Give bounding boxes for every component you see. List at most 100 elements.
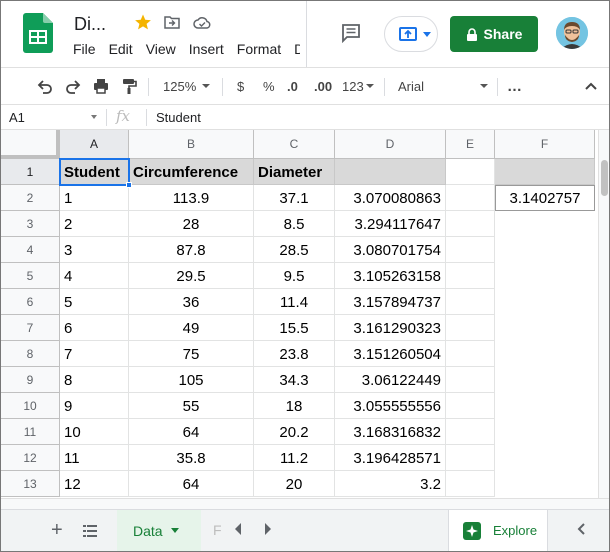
zoom-select[interactable]: 125% bbox=[163, 77, 211, 95]
cell-e8[interactable] bbox=[446, 341, 495, 367]
cell-e1[interactable] bbox=[446, 159, 495, 185]
cell-b10[interactable]: 55 bbox=[129, 393, 254, 419]
cell-c7[interactable]: 15.5 bbox=[254, 315, 335, 341]
cell-e4[interactable] bbox=[446, 237, 495, 263]
row-header-9[interactable]: 9 bbox=[1, 367, 60, 393]
cell-a12[interactable]: 11 bbox=[60, 445, 129, 471]
cell-a11[interactable]: 10 bbox=[60, 419, 129, 445]
cell-e3[interactable] bbox=[446, 211, 495, 237]
menu-edit[interactable]: Edit bbox=[109, 41, 133, 57]
row-header-1[interactable]: 1 bbox=[1, 159, 60, 185]
cell-f5[interactable] bbox=[495, 263, 595, 289]
column-header-f[interactable]: F bbox=[495, 130, 595, 159]
increase-decimal-button[interactable]: .00 bbox=[314, 77, 332, 95]
cloud-saved-icon[interactable] bbox=[193, 15, 211, 29]
cell-e9[interactable] bbox=[446, 367, 495, 393]
formula-input[interactable]: Student bbox=[156, 110, 201, 125]
cell-d7[interactable]: 3.161290323 bbox=[335, 315, 446, 341]
row-header-12[interactable]: 12 bbox=[1, 445, 60, 471]
cell-b3[interactable]: 28 bbox=[129, 211, 254, 237]
document-title[interactable]: Di... bbox=[74, 14, 106, 35]
chevron-down-icon[interactable] bbox=[91, 115, 97, 119]
row-header-2[interactable]: 2 bbox=[1, 185, 60, 211]
cell-e11[interactable] bbox=[446, 419, 495, 445]
cell-a10[interactable]: 9 bbox=[60, 393, 129, 419]
currency-format-button[interactable]: $ bbox=[237, 77, 244, 95]
column-header-d[interactable]: D bbox=[335, 130, 446, 159]
paint-format-icon[interactable] bbox=[120, 77, 138, 95]
present-button[interactable] bbox=[384, 16, 438, 52]
font-select[interactable]: Arial bbox=[398, 77, 488, 95]
row-header-3[interactable]: 3 bbox=[1, 211, 60, 237]
horizontal-scrollbar[interactable] bbox=[1, 498, 609, 509]
cell-a1[interactable]: Student bbox=[60, 159, 129, 185]
cell-b13[interactable]: 64 bbox=[129, 471, 254, 497]
cell-b4[interactable]: 87.8 bbox=[129, 237, 254, 263]
column-header-b[interactable]: B bbox=[129, 130, 254, 159]
cell-c2[interactable]: 37.1 bbox=[254, 185, 335, 211]
row-header-10[interactable]: 10 bbox=[1, 393, 60, 419]
cell-c10[interactable]: 18 bbox=[254, 393, 335, 419]
spreadsheet-grid[interactable]: A B C D E F 1 2 3 4 5 6 7 8 9 10 11 12 13 Student Circumfere… bbox=[1, 130, 598, 498]
chevron-down-icon[interactable] bbox=[170, 528, 179, 533]
cell-b7[interactable]: 49 bbox=[129, 315, 254, 341]
cell-c3[interactable]: 8.5 bbox=[254, 211, 335, 237]
cell-b1[interactable]: Circumference bbox=[129, 159, 254, 185]
cell-b5[interactable]: 29.5 bbox=[129, 263, 254, 289]
chevron-left-icon[interactable] bbox=[233, 522, 243, 536]
cell-a4[interactable]: 3 bbox=[60, 237, 129, 263]
row-header-6[interactable]: 6 bbox=[1, 289, 60, 315]
column-header-e[interactable]: E bbox=[446, 130, 495, 159]
more-toolbar-button[interactable]: … bbox=[507, 77, 522, 95]
cell-f12[interactable] bbox=[495, 445, 595, 471]
cell-c11[interactable]: 20.2 bbox=[254, 419, 335, 445]
star-icon[interactable] bbox=[134, 13, 152, 31]
redo-icon[interactable] bbox=[64, 77, 82, 95]
cell-d5[interactable]: 3.105263158 bbox=[335, 263, 446, 289]
cell-a7[interactable]: 6 bbox=[60, 315, 129, 341]
menu-data[interactable]: D bbox=[294, 41, 300, 57]
row-header-13[interactable]: 13 bbox=[1, 471, 60, 497]
cell-d6[interactable]: 3.157894737 bbox=[335, 289, 446, 315]
cell-b12[interactable]: 35.8 bbox=[129, 445, 254, 471]
cell-a13[interactable]: 12 bbox=[60, 471, 129, 497]
sheet-tab-next[interactable]: F bbox=[213, 522, 222, 538]
chevron-right-icon[interactable] bbox=[263, 522, 273, 536]
fill-handle[interactable] bbox=[126, 182, 132, 188]
scrollbar-thumb[interactable] bbox=[601, 160, 608, 196]
share-button[interactable]: Share bbox=[450, 16, 538, 52]
cell-b2[interactable]: 113.9 bbox=[129, 185, 254, 211]
cell-d3[interactable]: 3.294117647 bbox=[335, 211, 446, 237]
column-header-c[interactable]: C bbox=[254, 130, 335, 159]
cell-f8[interactable] bbox=[495, 341, 595, 367]
cell-e12[interactable] bbox=[446, 445, 495, 471]
more-formats-select[interactable]: 123 bbox=[342, 77, 374, 95]
cell-e7[interactable] bbox=[446, 315, 495, 341]
cell-f4[interactable] bbox=[495, 237, 595, 263]
decrease-decimal-button[interactable]: .0 bbox=[287, 77, 298, 95]
undo-icon[interactable] bbox=[36, 77, 54, 95]
cell-f6[interactable] bbox=[495, 289, 595, 315]
select-all-corner[interactable] bbox=[1, 130, 60, 159]
cell-c9[interactable]: 34.3 bbox=[254, 367, 335, 393]
cell-d10[interactable]: 3.055555556 bbox=[335, 393, 446, 419]
cell-a3[interactable]: 2 bbox=[60, 211, 129, 237]
cell-f7[interactable] bbox=[495, 315, 595, 341]
add-sheet-button[interactable]: + bbox=[51, 520, 63, 540]
cell-c6[interactable]: 11.4 bbox=[254, 289, 335, 315]
vertical-scrollbar[interactable] bbox=[598, 130, 609, 498]
menu-format[interactable]: Format bbox=[237, 41, 281, 57]
row-header-11[interactable]: 11 bbox=[1, 419, 60, 445]
cell-d9[interactable]: 3.06122449 bbox=[335, 367, 446, 393]
name-box[interactable]: A1 bbox=[9, 110, 25, 125]
cell-c5[interactable]: 9.5 bbox=[254, 263, 335, 289]
menu-file[interactable]: File bbox=[73, 41, 96, 57]
print-icon[interactable] bbox=[92, 77, 110, 95]
cell-d12[interactable]: 3.196428571 bbox=[335, 445, 446, 471]
cell-d11[interactable]: 3.168316832 bbox=[335, 419, 446, 445]
move-to-folder-icon[interactable] bbox=[164, 14, 180, 30]
comment-history-icon[interactable] bbox=[341, 23, 361, 43]
cell-a6[interactable]: 5 bbox=[60, 289, 129, 315]
cell-e13[interactable] bbox=[446, 471, 495, 497]
row-header-7[interactable]: 7 bbox=[1, 315, 60, 341]
